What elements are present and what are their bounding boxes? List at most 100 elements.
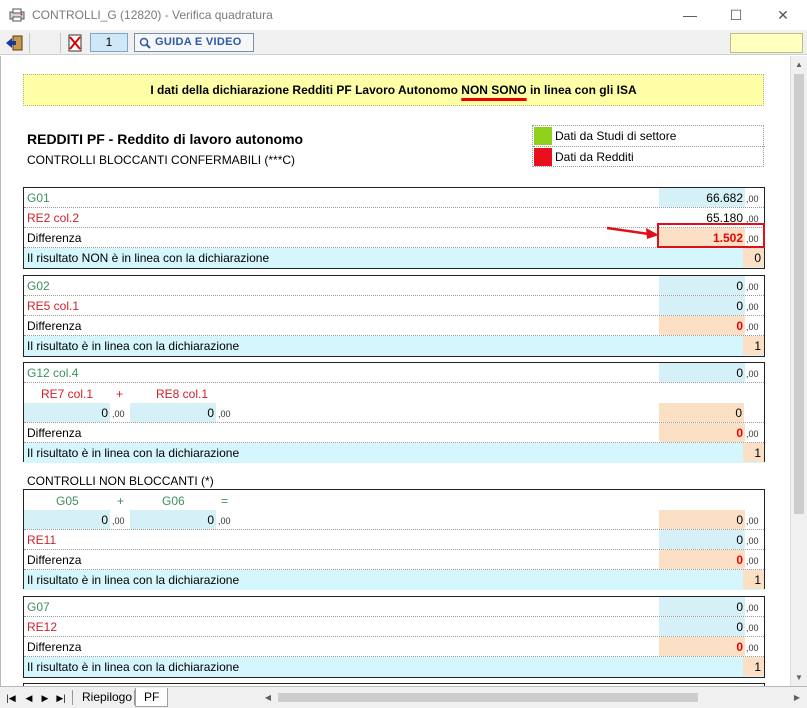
label-re7-col1: RE7 col.1 bbox=[41, 387, 94, 401]
result-text: Il risultato è in linea con la dichiaraz… bbox=[27, 660, 240, 674]
cents-suffix: ,00 bbox=[746, 516, 759, 526]
cents-suffix: ,00 bbox=[746, 429, 759, 439]
value-g01[interactable]: 66.682 bbox=[659, 188, 745, 207]
row-differenza: Differenza 0 ,00 bbox=[24, 423, 764, 443]
label-g05: G05 bbox=[56, 494, 79, 508]
plus-sign: + bbox=[117, 494, 125, 508]
value-re5-col1[interactable]: 0 bbox=[659, 296, 745, 315]
page-number-field[interactable]: 1 bbox=[90, 33, 128, 52]
value-g07[interactable]: 0 bbox=[659, 597, 745, 616]
vertical-scrollbar[interactable]: ▲ ▼ bbox=[790, 56, 807, 686]
check-block-g07: G07 0 ,00 RE12 0 ,00 Differenza 0 ,00 Il… bbox=[23, 596, 765, 678]
label-re2-col2: RE2 col.2 bbox=[27, 211, 80, 225]
row-sum-labels: RE7 col.1 + RE8 col.1 bbox=[24, 383, 764, 403]
prev-sheet-icon[interactable]: ◀ bbox=[22, 690, 36, 706]
result-text: Il risultato è in linea con la dichiaraz… bbox=[27, 339, 240, 353]
row-sum-values: 0 ,00 0 ,00 0 ,00 bbox=[24, 510, 764, 530]
cents-suffix: ,00 bbox=[218, 409, 231, 419]
row-sum-values: 0 ,00 0 ,00 0 bbox=[24, 403, 764, 423]
close-button[interactable]: ✕ bbox=[760, 0, 806, 31]
legend-label: Dati da Studi di settore bbox=[555, 129, 677, 143]
row-differenza: Differenza 0 ,00 bbox=[24, 550, 764, 570]
label-g12-col4: G12 col.4 bbox=[27, 366, 79, 380]
row-g07: G07 0 ,00 bbox=[24, 597, 764, 617]
legend-item: Dati da Studi di settore bbox=[533, 126, 765, 146]
delete-page-icon[interactable] bbox=[67, 34, 84, 52]
result-text: Il risultato NON è in linea con la dichi… bbox=[27, 251, 270, 265]
value-re11[interactable]: 0 bbox=[659, 530, 745, 549]
status-field bbox=[730, 33, 803, 53]
row-sum-labels: G05 + G06 = bbox=[24, 490, 764, 510]
row-result: Il risultato è in linea con la dichiaraz… bbox=[24, 336, 764, 356]
maximize-button[interactable]: ☐ bbox=[713, 0, 759, 31]
legend-swatch-green bbox=[534, 127, 552, 145]
label-re5-col1: RE5 col.1 bbox=[27, 299, 80, 313]
row-differenza: Differenza 0 ,00 bbox=[24, 316, 764, 336]
value-re12[interactable]: 0 bbox=[659, 617, 745, 636]
value-re8-col1[interactable]: 0 bbox=[130, 403, 216, 422]
window-title: CONTROLLI_G (12820) - Verifica quadratur… bbox=[32, 8, 273, 22]
cents-suffix: ,00 bbox=[112, 516, 125, 526]
next-sheet-icon[interactable]: ▶ bbox=[38, 690, 52, 706]
banner-suffix: in linea con gli ISA bbox=[526, 83, 637, 97]
section-subtitle-non-bloccanti: CONTROLLI NON BLOCCANTI (*) bbox=[27, 474, 214, 488]
legend-swatch-red bbox=[534, 148, 552, 166]
value-g06[interactable]: 0 bbox=[130, 510, 216, 529]
magnifier-icon bbox=[139, 37, 151, 49]
annotation-highlight-box bbox=[657, 223, 765, 248]
cents-suffix: ,00 bbox=[112, 409, 125, 419]
tab-riepilogo[interactable]: Riepilogo bbox=[74, 688, 140, 707]
value-g02[interactable]: 0 bbox=[659, 276, 745, 295]
result-flag: 1 bbox=[743, 657, 764, 676]
cents-suffix: ,00 bbox=[746, 369, 759, 379]
toolbar-separator bbox=[60, 33, 61, 53]
legend-label: Dati da Redditi bbox=[555, 150, 634, 164]
horizontal-scrollbar[interactable]: ◀ ▶ bbox=[260, 689, 805, 706]
scroll-right-icon[interactable]: ▶ bbox=[789, 689, 805, 706]
banner-emphasis: NON SONO bbox=[461, 83, 527, 97]
result-flag: 0 bbox=[743, 248, 764, 267]
scroll-left-icon[interactable]: ◀ bbox=[260, 689, 276, 706]
label-re11: RE11 bbox=[27, 533, 57, 547]
row-result: Il risultato è in linea con la dichiaraz… bbox=[24, 570, 764, 590]
sheet-tab-bar: |◀ ◀ ▶ ▶| Riepilogo PF ◀ ▶ bbox=[0, 686, 807, 708]
scrollbar-thumb[interactable] bbox=[278, 693, 698, 702]
guide-video-button[interactable]: GUIDA E VIDEO bbox=[134, 33, 254, 52]
label-differenza: Differenza bbox=[27, 426, 82, 440]
scroll-down-icon[interactable]: ▼ bbox=[791, 669, 807, 686]
cents-suffix: ,00 bbox=[746, 643, 759, 653]
value-g05[interactable]: 0 bbox=[24, 510, 110, 529]
toolbar-separator bbox=[29, 33, 30, 53]
label-re8-col1: RE8 col.1 bbox=[156, 387, 209, 401]
value-g12-col4[interactable]: 0 bbox=[659, 363, 745, 382]
label-differenza: Differenza bbox=[27, 319, 82, 333]
tab-pf[interactable]: PF bbox=[135, 688, 169, 707]
banner-prefix: I dati della dichiarazione Redditi PF La… bbox=[150, 83, 462, 97]
app-icon bbox=[9, 8, 25, 22]
row-g12-col4: G12 col.4 0 ,00 bbox=[24, 363, 764, 383]
toolbar: 1 GUIDA E VIDEO bbox=[0, 31, 807, 55]
row-re11: RE11 0 ,00 bbox=[24, 530, 764, 550]
equals-sign: = bbox=[221, 494, 229, 508]
value-sum: 0 bbox=[659, 510, 745, 529]
section-subtitle: CONTROLLI BLOCCANTI CONFERMABILI (***C) bbox=[27, 153, 296, 167]
cents-suffix: ,00 bbox=[746, 322, 759, 332]
value-differenza: 0 bbox=[659, 423, 745, 442]
cents-suffix: ,00 bbox=[218, 516, 231, 526]
exit-icon[interactable] bbox=[4, 34, 24, 52]
result-text: Il risultato è in linea con la dichiaraz… bbox=[27, 446, 240, 460]
plus-sign: + bbox=[116, 387, 124, 401]
cents-suffix: ,00 bbox=[746, 536, 759, 546]
annotation-arrow-icon bbox=[606, 226, 659, 239]
first-sheet-icon[interactable]: |◀ bbox=[4, 690, 18, 706]
scroll-up-icon[interactable]: ▲ bbox=[791, 56, 807, 73]
minimize-button[interactable]: — bbox=[667, 0, 713, 31]
row-g01: G01 66.682 ,00 bbox=[24, 188, 764, 208]
cents-suffix: ,00 bbox=[746, 623, 759, 633]
row-re5-col1: RE5 col.1 0 ,00 bbox=[24, 296, 764, 316]
value-re7-col1[interactable]: 0 bbox=[24, 403, 110, 422]
guide-video-label: GUIDA E VIDEO bbox=[155, 36, 242, 48]
result-flag: 1 bbox=[743, 336, 764, 355]
last-sheet-icon[interactable]: ▶| bbox=[54, 690, 68, 706]
scrollbar-thumb[interactable] bbox=[794, 74, 804, 514]
